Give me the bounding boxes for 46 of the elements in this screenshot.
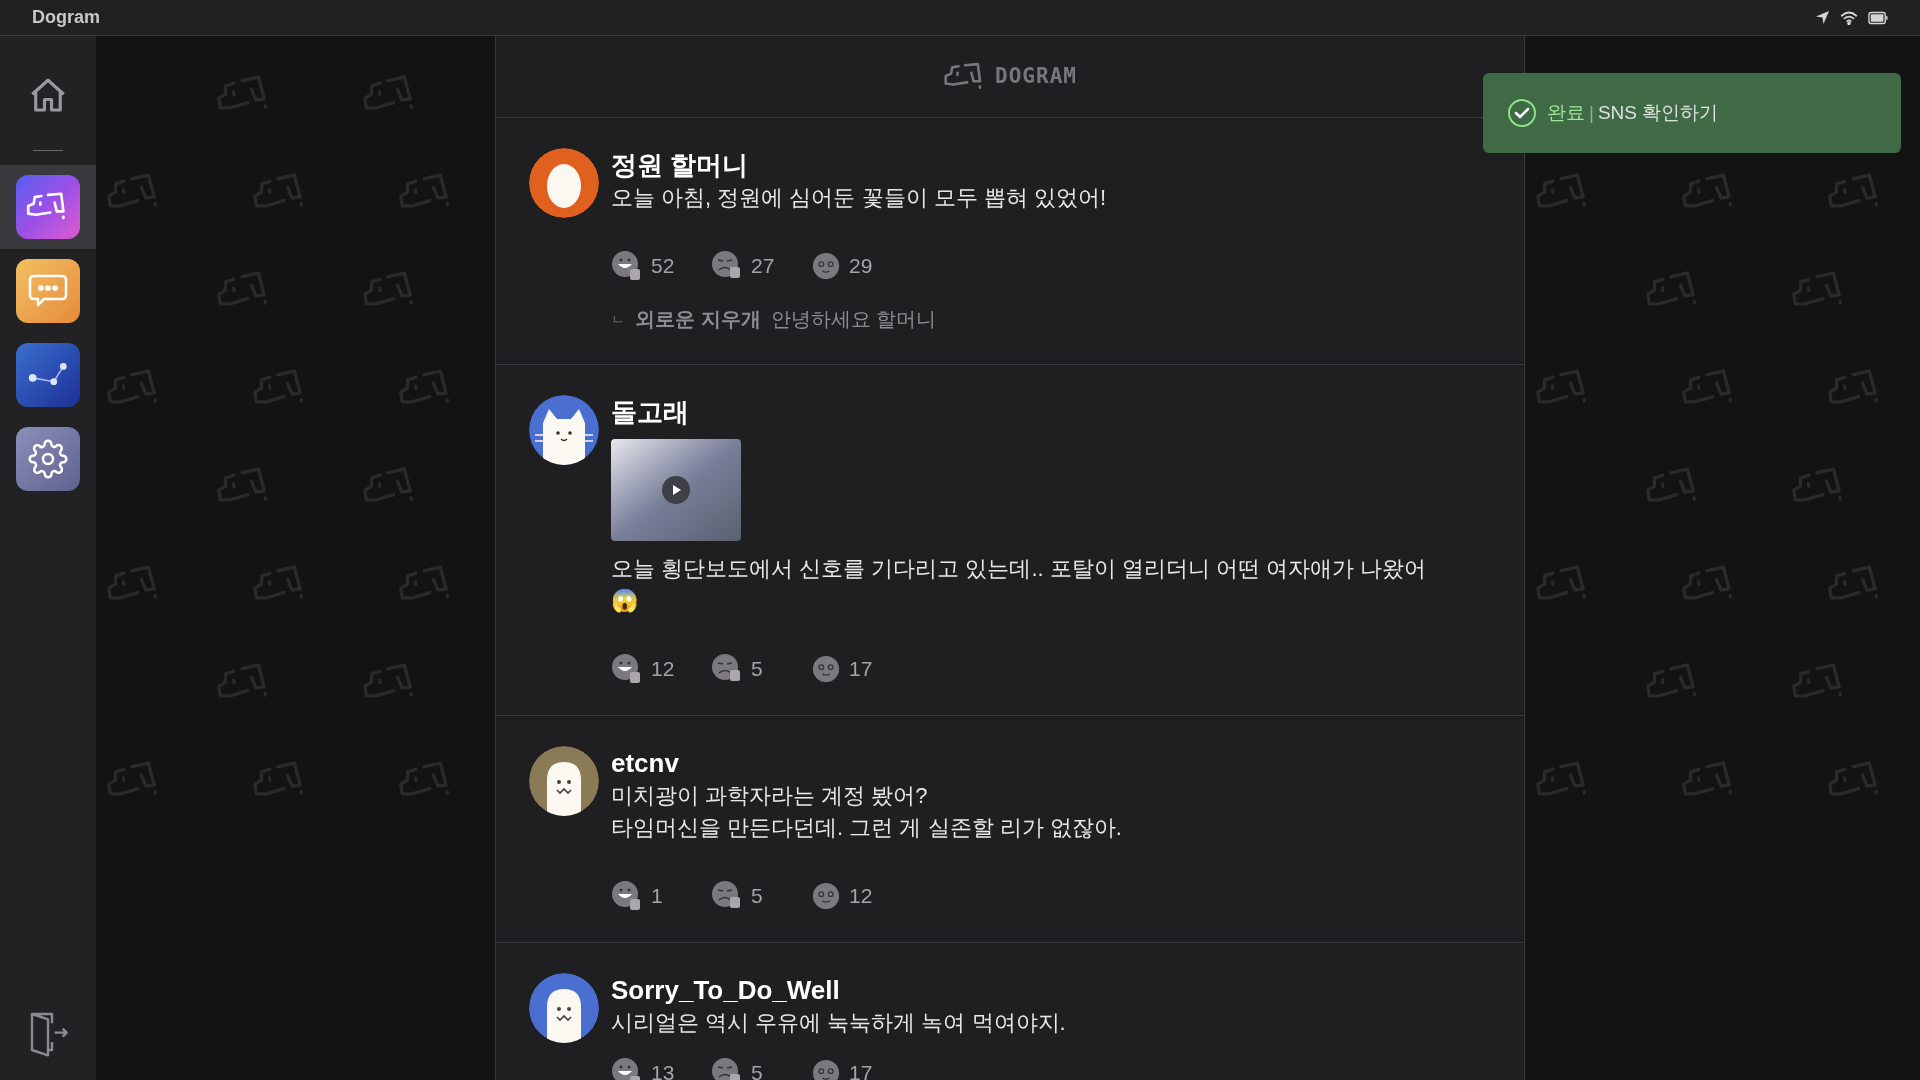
play-icon: [662, 476, 690, 504]
battery-icon: [1868, 10, 1888, 25]
author-name: Sorry_To_Do_Well: [611, 974, 841, 1007]
reaction-count: 12: [849, 883, 873, 910]
author-name: 돌고래: [611, 396, 690, 429]
face-icon: [811, 654, 841, 684]
author-name: etcnv: [611, 747, 680, 780]
reply-marker: ㄴ: [611, 309, 625, 329]
post-text: 타임머신을 만든다던데. 그런 게 실존할 리가 없잖아.: [611, 814, 1122, 842]
post-text: 오늘 횡단보도에서 신호를 기다리고 있는데.. 포탈이 열리더니 어떤 여자애가 나왔어: [611, 555, 1427, 583]
reaction-count: 29: [849, 253, 873, 280]
sidebar-item[interactable]: [0, 165, 96, 249]
wifi-icon: [1840, 10, 1858, 25]
smile-thumbs-up-icon: [611, 880, 643, 912]
logo-text: DOGRAM: [995, 62, 1077, 90]
face-icon: [811, 881, 841, 911]
smile-thumbs-up-icon: [611, 653, 643, 685]
smile-thumbs-up-icon: [611, 250, 643, 282]
app-title: Dogram: [32, 6, 100, 29]
video-thumbnail[interactable]: [611, 439, 741, 541]
reaction-count: 1: [651, 883, 663, 910]
post-text: 미치광이 과학자라는 계정 봤어?: [611, 782, 929, 810]
door-exit-icon: [28, 1010, 68, 1058]
reaction-count: 17: [849, 1060, 873, 1080]
reaction-count: 13: [651, 1060, 675, 1080]
chat-bubble-icon: [27, 273, 69, 309]
post-text: 😱: [611, 587, 639, 615]
toast-message: SNS 확인하기: [1597, 100, 1719, 125]
author-name: 정원 할머니: [611, 149, 750, 182]
reaction-count: 12: [651, 656, 675, 683]
post-text: 오늘 아침, 정원에 심어둔 꽃들이 모두 뽑혀 있었어!: [611, 184, 1106, 212]
reaction-count: 5: [751, 656, 763, 683]
reaction-count: 27: [751, 253, 775, 280]
face-icon: [811, 251, 841, 281]
reply-author: 외로운 지우개: [635, 307, 761, 332]
check-circle-icon: [1507, 98, 1537, 128]
reaction-count: 17: [849, 656, 873, 683]
reaction-count: 5: [751, 883, 763, 910]
reply-text: 안녕하세요 할머니: [770, 307, 937, 332]
location-arrow-icon: [1815, 10, 1830, 25]
toast-separator: |: [1589, 100, 1594, 125]
post-text: 시리얼은 역시 우유에 눅눅하게 녹여 먹여야지.: [611, 1009, 1066, 1037]
reaction-count: 5: [751, 1060, 763, 1080]
toast-status: 완료: [1547, 100, 1585, 125]
settings-icon: [28, 439, 68, 479]
reaction-count: 52: [651, 253, 675, 280]
